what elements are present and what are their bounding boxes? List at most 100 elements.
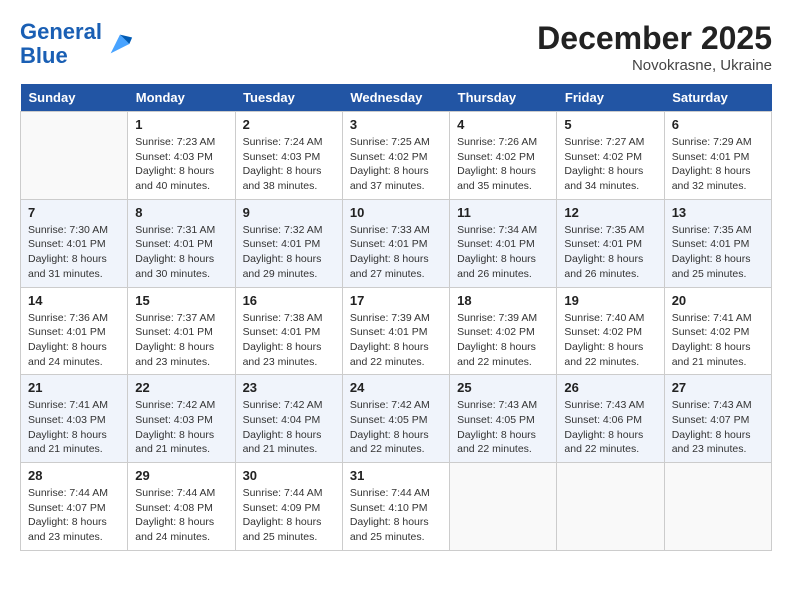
day-info: Sunrise: 7:39 AMSunset: 4:01 PMDaylight:… — [350, 311, 442, 370]
day-number: 8 — [135, 205, 227, 220]
day-info: Sunrise: 7:44 AMSunset: 4:09 PMDaylight:… — [243, 486, 335, 545]
calendar-cell: 10 Sunrise: 7:33 AMSunset: 4:01 PMDayligh… — [342, 199, 449, 287]
day-number: 14 — [28, 293, 120, 308]
calendar-week-row: 21 Sunrise: 7:41 AMSunset: 4:03 PMDayligh… — [21, 375, 772, 463]
day-info: Sunrise: 7:33 AMSunset: 4:01 PMDaylight:… — [350, 223, 442, 282]
calendar-week-row: 7 Sunrise: 7:30 AMSunset: 4:01 PMDaylight… — [21, 199, 772, 287]
day-number: 25 — [457, 380, 549, 395]
calendar-cell: 28Sunrise: 7:44 AMSunset: 4:07 PMDayligh… — [21, 463, 128, 551]
calendar-cell: 12 Sunrise: 7:35 AMSunset: 4:01 PMDayligh… — [557, 199, 664, 287]
logo-general: General — [20, 19, 102, 44]
weekday-header: Saturday — [664, 84, 771, 112]
calendar-cell — [664, 463, 771, 551]
calendar-cell: 1 Sunrise: 7:23 AMSunset: 4:03 PMDaylight… — [128, 112, 235, 200]
day-info: Sunrise: 7:34 AMSunset: 4:01 PMDaylight:… — [457, 223, 549, 282]
day-number: 4 — [457, 117, 549, 132]
day-number: 13 — [672, 205, 764, 220]
calendar-cell: 29Sunrise: 7:44 AMSunset: 4:08 PMDayligh… — [128, 463, 235, 551]
calendar-cell: 8Sunrise: 7:31 AMSunset: 4:01 PMDaylight… — [128, 199, 235, 287]
logo-text: General Blue — [20, 20, 102, 68]
calendar-cell: 16 Sunrise: 7:38 AMSunset: 4:01 PMDayligh… — [235, 287, 342, 375]
location: Novokrasne, Ukraine — [537, 57, 772, 74]
day-info: Sunrise: 7:44 AMSunset: 4:10 PMDaylight:… — [350, 486, 442, 545]
calendar-cell: 2Sunrise: 7:24 AMSunset: 4:03 PMDaylight… — [235, 112, 342, 200]
day-info: Sunrise: 7:42 AMSunset: 4:03 PMDaylight:… — [135, 398, 227, 457]
day-number: 6 — [672, 117, 764, 132]
calendar-cell: 22 Sunrise: 7:42 AMSunset: 4:03 PMDayligh… — [128, 375, 235, 463]
day-number: 18 — [457, 293, 549, 308]
day-info: Sunrise: 7:24 AMSunset: 4:03 PMDaylight:… — [243, 135, 335, 194]
calendar-cell: 30 Sunrise: 7:44 AMSunset: 4:09 PMDayligh… — [235, 463, 342, 551]
day-number: 1 — [135, 117, 227, 132]
calendar-cell — [450, 463, 557, 551]
calendar-cell: 24 Sunrise: 7:42 AMSunset: 4:05 PMDayligh… — [342, 375, 449, 463]
calendar-cell — [557, 463, 664, 551]
title-block: December 2025 Novokrasne, Ukraine — [537, 20, 772, 74]
logo: General Blue — [20, 20, 134, 68]
calendar-cell: 9 Sunrise: 7:32 AMSunset: 4:01 PMDaylight… — [235, 199, 342, 287]
day-number: 20 — [672, 293, 764, 308]
weekday-header: Monday — [128, 84, 235, 112]
day-number: 26 — [564, 380, 656, 395]
day-info: Sunrise: 7:23 AMSunset: 4:03 PMDaylight:… — [135, 135, 227, 194]
calendar-cell: 19Sunrise: 7:40 AMSunset: 4:02 PMDayligh… — [557, 287, 664, 375]
calendar-cell: 3Sunrise: 7:25 AMSunset: 4:02 PMDaylight… — [342, 112, 449, 200]
day-info: Sunrise: 7:35 AMSunset: 4:01 PMDaylight:… — [672, 223, 764, 282]
day-number: 12 — [564, 205, 656, 220]
calendar-cell: 14Sunrise: 7:36 AMSunset: 4:01 PMDayligh… — [21, 287, 128, 375]
month-title: December 2025 — [537, 20, 772, 57]
calendar-cell: 31 Sunrise: 7:44 AMSunset: 4:10 PMDayligh… — [342, 463, 449, 551]
calendar-table: SundayMondayTuesdayWednesdayThursdayFrid… — [20, 84, 772, 551]
day-info: Sunrise: 7:41 AMSunset: 4:03 PMDaylight:… — [28, 398, 120, 457]
calendar-cell: 17 Sunrise: 7:39 AMSunset: 4:01 PMDayligh… — [342, 287, 449, 375]
day-info: Sunrise: 7:38 AMSunset: 4:01 PMDaylight:… — [243, 311, 335, 370]
day-number: 5 — [564, 117, 656, 132]
day-info: Sunrise: 7:35 AMSunset: 4:01 PMDaylight:… — [564, 223, 656, 282]
day-info: Sunrise: 7:32 AMSunset: 4:01 PMDaylight:… — [243, 223, 335, 282]
day-number: 21 — [28, 380, 120, 395]
day-info: Sunrise: 7:27 AMSunset: 4:02 PMDaylight:… — [564, 135, 656, 194]
day-info: Sunrise: 7:40 AMSunset: 4:02 PMDaylight:… — [564, 311, 656, 370]
calendar-cell: 15 Sunrise: 7:37 AMSunset: 4:01 PMDayligh… — [128, 287, 235, 375]
day-number: 9 — [243, 205, 335, 220]
day-number: 16 — [243, 293, 335, 308]
day-info: Sunrise: 7:42 AMSunset: 4:05 PMDaylight:… — [350, 398, 442, 457]
calendar-cell: 27 Sunrise: 7:43 AMSunset: 4:07 PMDayligh… — [664, 375, 771, 463]
day-info: Sunrise: 7:43 AMSunset: 4:07 PMDaylight:… — [672, 398, 764, 457]
day-number: 15 — [135, 293, 227, 308]
calendar-header: SundayMondayTuesdayWednesdayThursdayFrid… — [21, 84, 772, 112]
day-info: Sunrise: 7:42 AMSunset: 4:04 PMDaylight:… — [243, 398, 335, 457]
day-number: 7 — [28, 205, 120, 220]
day-info: Sunrise: 7:37 AMSunset: 4:01 PMDaylight:… — [135, 311, 227, 370]
day-info: Sunrise: 7:30 AMSunset: 4:01 PMDaylight:… — [28, 223, 120, 282]
day-number: 27 — [672, 380, 764, 395]
day-number: 11 — [457, 205, 549, 220]
day-number: 31 — [350, 468, 442, 483]
calendar-cell: 23Sunrise: 7:42 AMSunset: 4:04 PMDayligh… — [235, 375, 342, 463]
day-info: Sunrise: 7:25 AMSunset: 4:02 PMDaylight:… — [350, 135, 442, 194]
calendar-cell — [21, 112, 128, 200]
calendar-week-row: 14Sunrise: 7:36 AMSunset: 4:01 PMDayligh… — [21, 287, 772, 375]
weekday-header: Friday — [557, 84, 664, 112]
day-number: 10 — [350, 205, 442, 220]
day-info: Sunrise: 7:41 AMSunset: 4:02 PMDaylight:… — [672, 311, 764, 370]
day-info: Sunrise: 7:43 AMSunset: 4:06 PMDaylight:… — [564, 398, 656, 457]
day-number: 17 — [350, 293, 442, 308]
calendar-cell: 7 Sunrise: 7:30 AMSunset: 4:01 PMDaylight… — [21, 199, 128, 287]
calendar-cell: 18Sunrise: 7:39 AMSunset: 4:02 PMDayligh… — [450, 287, 557, 375]
weekday-header: Thursday — [450, 84, 557, 112]
day-info: Sunrise: 7:44 AMSunset: 4:07 PMDaylight:… — [28, 486, 120, 545]
calendar-cell: 13 Sunrise: 7:35 AMSunset: 4:01 PMDayligh… — [664, 199, 771, 287]
page-header: General Blue December 2025 Novokrasne, U… — [20, 20, 772, 74]
calendar-cell: 25 Sunrise: 7:43 AMSunset: 4:05 PMDayligh… — [450, 375, 557, 463]
weekday-header: Sunday — [21, 84, 128, 112]
weekday-row: SundayMondayTuesdayWednesdayThursdayFrid… — [21, 84, 772, 112]
logo-icon — [106, 30, 134, 58]
calendar-cell: 4 Sunrise: 7:26 AMSunset: 4:02 PMDaylight… — [450, 112, 557, 200]
day-number: 30 — [243, 468, 335, 483]
day-info: Sunrise: 7:43 AMSunset: 4:05 PMDaylight:… — [457, 398, 549, 457]
day-info: Sunrise: 7:26 AMSunset: 4:02 PMDaylight:… — [457, 135, 549, 194]
day-number: 24 — [350, 380, 442, 395]
day-number: 22 — [135, 380, 227, 395]
day-info: Sunrise: 7:44 AMSunset: 4:08 PMDaylight:… — [135, 486, 227, 545]
